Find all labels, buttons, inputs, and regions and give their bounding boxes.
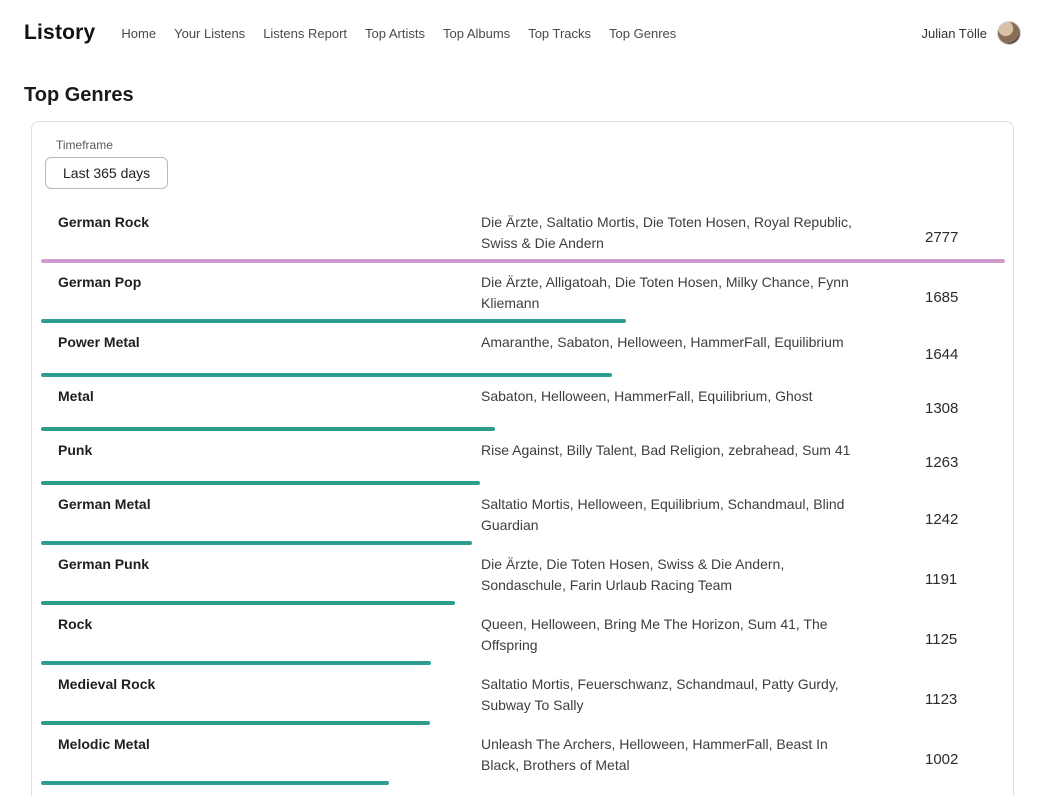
table-row: German Pop Die Ärzte, Alligatoah, Die To… [41,263,1005,323]
table-row: German Punk Die Ärzte, Die Toten Hosen, … [41,545,1005,605]
genre-artists: Die Ärzte, Die Toten Hosen, Swiss & Die … [481,554,866,605]
table-row: Melodic Metal Unleash The Archers, Hello… [41,725,1005,785]
genre-artists: Rise Against, Billy Talent, Bad Religion… [481,440,866,470]
table-row: Rock Queen, Helloween, Bring Me The Hori… [41,605,1005,665]
timeframe-control: Timeframe Last 365 days [41,138,1003,189]
genre-artists: Queen, Helloween, Bring Me The Horizon, … [481,614,866,665]
table-row: German Metal Saltatio Mortis, Helloween,… [41,485,1005,545]
brand-logo[interactable]: Listory [24,21,95,45]
genre-table: German Rock Die Ärzte, Saltatio Mortis, … [41,203,1005,796]
main-nav: Home Your Listens Listens Report Top Art… [121,26,921,41]
table-row: Medieval Rock Saltatio Mortis, Feuerschw… [41,665,1005,725]
genre-artists: Die Ärzte, Saltatio Mortis, Die Toten Ho… [481,212,866,263]
table-row: Punk Rise Against, Billy Talent, Bad Rel… [41,431,1005,485]
genre-artists: Die Ärzte, Alligatoah, Die Toten Hosen, … [481,272,866,323]
genre-count: 1685 [925,289,1005,306]
genre-name: Rock [41,614,481,635]
nav-your-listens[interactable]: Your Listens [174,26,245,41]
nav-top-tracks[interactable]: Top Tracks [528,26,591,41]
genre-count: 1125 [925,631,1005,648]
nav-home[interactable]: Home [121,26,156,41]
page-title: Top Genres [24,84,1045,107]
genre-name: Melodic Metal [41,734,481,755]
genre-name: German Punk [41,554,481,575]
nav-top-genres[interactable]: Top Genres [609,26,676,41]
genre-count: 1644 [925,346,1005,363]
table-row: German Rock Die Ärzte, Saltatio Mortis, … [41,203,1005,263]
nav-top-artists[interactable]: Top Artists [365,26,425,41]
genre-count: 1002 [925,751,1005,768]
genre-artists: Saltatio Mortis, Feuerschwanz, Schandmau… [481,674,866,725]
genre-name: Metal [41,386,481,407]
nav-top-albums[interactable]: Top Albums [443,26,510,41]
genre-count: 1242 [925,511,1005,528]
genre-artists: Saltatio Mortis, Helloween, Equilibrium,… [481,494,866,545]
app-header: Listory Home Your Listens Listens Report… [0,0,1045,66]
genre-name: Medieval Rock [41,674,481,695]
genre-artists: Amaranthe, Sabaton, Helloween, HammerFal… [481,332,866,362]
table-row: Power Metal Amaranthe, Sabaton, Hellowee… [41,323,1005,377]
genre-count: 1123 [925,691,1005,708]
timeframe-label: Timeframe [56,138,1003,152]
top-genres-card: Timeframe Last 365 days German Rock Die … [31,121,1014,796]
genre-name: German Pop [41,272,481,293]
genre-count: 2777 [925,229,1005,246]
genre-count: 1263 [925,454,1005,471]
table-row: Metal Sabaton, Helloween, HammerFall, Eq… [41,377,1005,431]
genre-count: 1191 [925,571,1005,588]
table-row: German Indie Bukahara, Käptn Peng, KYTES… [41,785,1005,796]
genre-artists: Unleash The Archers, Helloween, HammerFa… [481,734,866,785]
genre-name: Power Metal [41,332,481,353]
genre-count: 1308 [925,400,1005,417]
genre-artists: Sabaton, Helloween, HammerFall, Equilibr… [481,386,866,416]
user-avatar[interactable] [997,21,1021,45]
genre-name: German Rock [41,212,481,233]
timeframe-select[interactable]: Last 365 days [45,157,168,189]
genre-name: German Metal [41,494,481,515]
nav-listens-report[interactable]: Listens Report [263,26,347,41]
user-menu[interactable]: Julian Tölle [921,21,1021,45]
genre-name: Punk [41,440,481,461]
user-name: Julian Tölle [921,26,987,41]
